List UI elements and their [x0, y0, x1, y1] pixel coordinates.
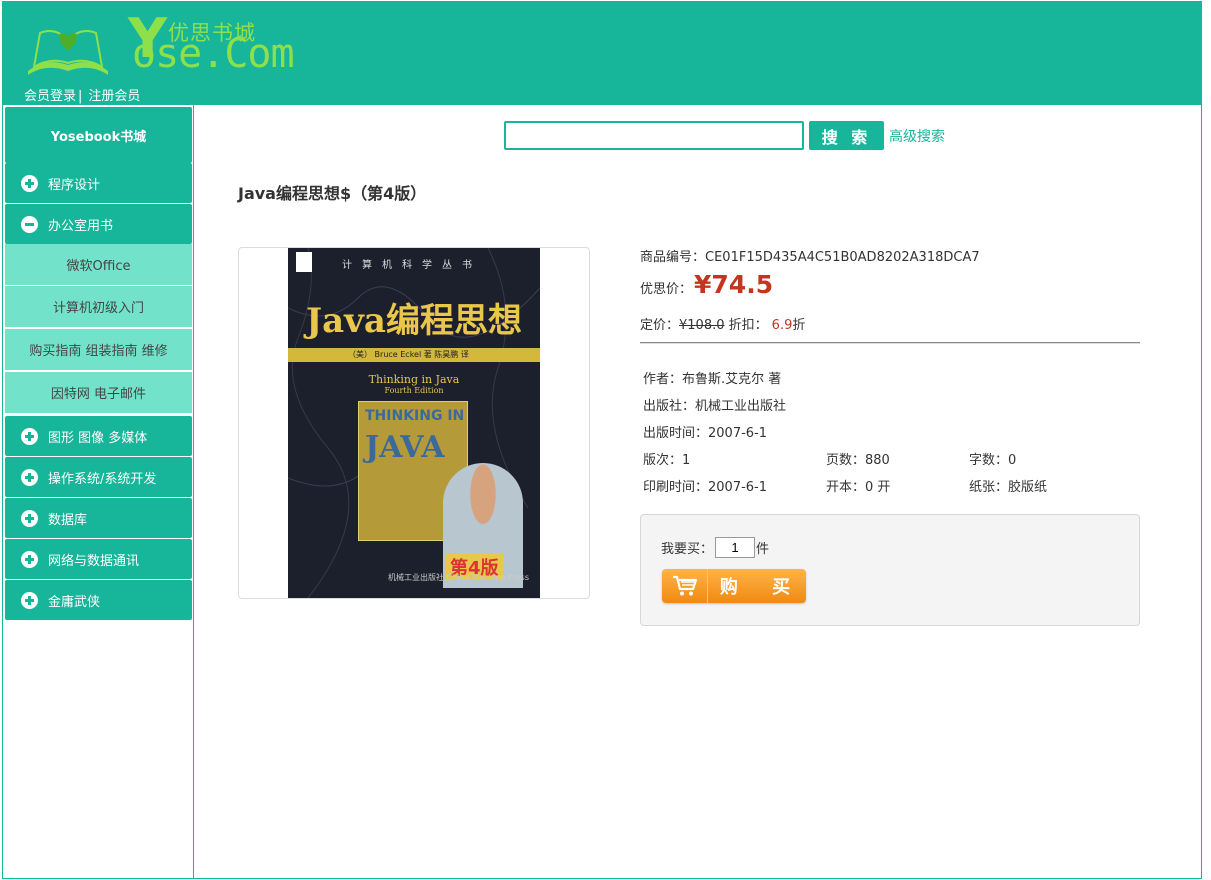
page-title: Java编程思想$（第4版） — [238, 184, 427, 203]
publisher: 出版社：机械工业出版社 — [643, 399, 787, 414]
link-separator: | — [78, 89, 83, 104]
sidebar-subitem-internet-email[interactable]: 因特网 电子邮件 — [5, 372, 192, 414]
member-links: 会员登录 | 注册会员 — [24, 85, 140, 104]
book-logo-icon — [28, 30, 108, 75]
sidebar-item-graphics[interactable]: 图形 图像 多媒体 — [5, 416, 192, 456]
publisher-mark — [296, 252, 312, 272]
price-label: 优思价： — [640, 282, 693, 297]
sidebar-item-wuxia[interactable]: 金庸武侠 — [5, 580, 192, 620]
logo-english: ose.Com — [132, 31, 295, 77]
buy-button-label: 购 买 — [719, 577, 805, 598]
quantity-unit: 件 — [756, 542, 770, 557]
purchase-panel: 我要买： 件 购 买 — [640, 514, 1140, 626]
discount-label: 折扣： — [728, 318, 768, 333]
sidebar-item-database[interactable]: 数据库 — [5, 498, 192, 538]
word-count: 字数：0 — [969, 453, 1017, 468]
sidebar-item-label: 数据库 — [48, 512, 88, 528]
sale-price: ¥74.5 — [694, 270, 774, 299]
product-code: CE01F15D435A4C51B0AD8202A318DCA7 — [705, 250, 980, 265]
sidebar-item-label: 办公室用书 — [48, 218, 114, 234]
sidebar-item-label: 金庸武侠 — [48, 594, 101, 610]
list-price: ¥108.0 — [679, 318, 725, 333]
discount-value: 6.9 — [771, 318, 793, 333]
product-code-row: 商品编号：CE01F15D435A4C51B0AD8202A318DCA7 — [640, 246, 980, 265]
list-price-row: 定价：¥108.0 折扣： 6.9折 — [640, 314, 805, 333]
plus-icon — [21, 591, 38, 609]
sidebar-item-label: 网络与数据通讯 — [48, 553, 140, 569]
list-price-label: 定价： — [640, 318, 680, 333]
cover-series: 计算机科学丛书 — [342, 260, 482, 271]
plus-icon — [21, 174, 38, 192]
buy-button[interactable]: 购 买 — [662, 569, 806, 603]
sidebar-item-programming[interactable]: 程序设计 — [5, 163, 192, 203]
author: 作者：布鲁斯.艾克尔 著 — [643, 372, 782, 387]
cart-icon — [662, 569, 708, 603]
price-row: 优思价：¥74.5 — [640, 270, 773, 299]
paper-type: 纸张：胶版纸 — [969, 480, 1048, 495]
plus-icon — [21, 427, 38, 445]
sidebar-item-label: 操作系统/系统开发 — [48, 471, 157, 487]
product-image-frame: 计算机科学丛书 Java编程思想 （美） Bruce Eckel 著 陈昊鹏 译… — [238, 247, 590, 599]
minus-icon — [21, 215, 38, 233]
sidebar-item-office-books[interactable]: 办公室用书 — [5, 204, 192, 244]
cover-inner-java: JAVA — [365, 430, 445, 465]
quantity-label: 我要买： — [661, 542, 714, 557]
sidebar-subitem-buying-guide[interactable]: 购买指南 组装指南 维修 — [5, 329, 192, 371]
cover-authors: （美） Bruce Eckel 著 陈昊鹏 译 — [348, 350, 469, 359]
quantity-row: 我要买： 件 — [661, 537, 769, 558]
advanced-search-link[interactable]: 高级搜索 — [889, 126, 945, 146]
plus-icon — [21, 468, 38, 486]
discount-unit: 折 — [792, 318, 806, 333]
edition: 版次：1 — [643, 453, 691, 468]
sidebar-item-label: 程序设计 — [48, 177, 101, 193]
product-code-label: 商品编号： — [640, 250, 706, 265]
sidebar-item-networking[interactable]: 网络与数据通讯 — [5, 539, 192, 579]
register-link[interactable]: 注册会员 — [88, 89, 140, 104]
book-format: 开本：0 开 — [826, 480, 891, 495]
book-cover-image[interactable]: 计算机科学丛书 Java编程思想 （美） Bruce Eckel 著 陈昊鹏 译… — [288, 248, 540, 598]
login-link[interactable]: 会员登录 — [24, 89, 76, 104]
cover-english-title: Thinking in Java — [368, 373, 460, 386]
sidebar-subitem-ms-office[interactable]: 微软Office — [5, 244, 192, 286]
cover-author-bar: （美） Bruce Eckel 著 陈昊鹏 译 — [288, 348, 540, 362]
page-count: 页数：880 — [826, 453, 890, 468]
search-button[interactable]: 搜 索 — [809, 121, 884, 150]
publish-date: 出版时间：2007-6-1 — [643, 426, 768, 441]
sidebar-subitem-computer-basics[interactable]: 计算机初级入门 — [5, 286, 192, 328]
print-date: 印刷时间：2007-6-1 — [643, 480, 768, 495]
plus-icon — [21, 550, 38, 568]
search-input[interactable] — [504, 121, 804, 150]
plus-icon — [21, 509, 38, 527]
quantity-input[interactable] — [715, 537, 756, 558]
sidebar-item-os-dev[interactable]: 操作系统/系统开发 — [5, 457, 192, 497]
category-sidebar: Yosebook书城 程序设计 办公室用书 微软Office 计算机初级入门 购… — [2, 105, 194, 879]
cover-publisher: 机械工业出版社 China Machine Press — [388, 573, 530, 582]
divider — [640, 342, 1140, 344]
cover-english-edition: Fourth Edition — [384, 386, 444, 395]
site-header: Y 优思书城 ose.Com 会员登录 | 注册会员 — [2, 1, 1202, 105]
sidebar-title[interactable]: Yosebook书城 — [5, 107, 192, 163]
cover-title: Java编程思想 — [306, 301, 522, 341]
cover-inner-top: THINKING IN — [365, 408, 465, 424]
sidebar-item-label: 图形 图像 多媒体 — [48, 430, 148, 446]
cover-header: 计算机科学丛书 — [288, 248, 540, 274]
site-logo[interactable]: Y 优思书城 ose.Com — [24, 7, 295, 77]
